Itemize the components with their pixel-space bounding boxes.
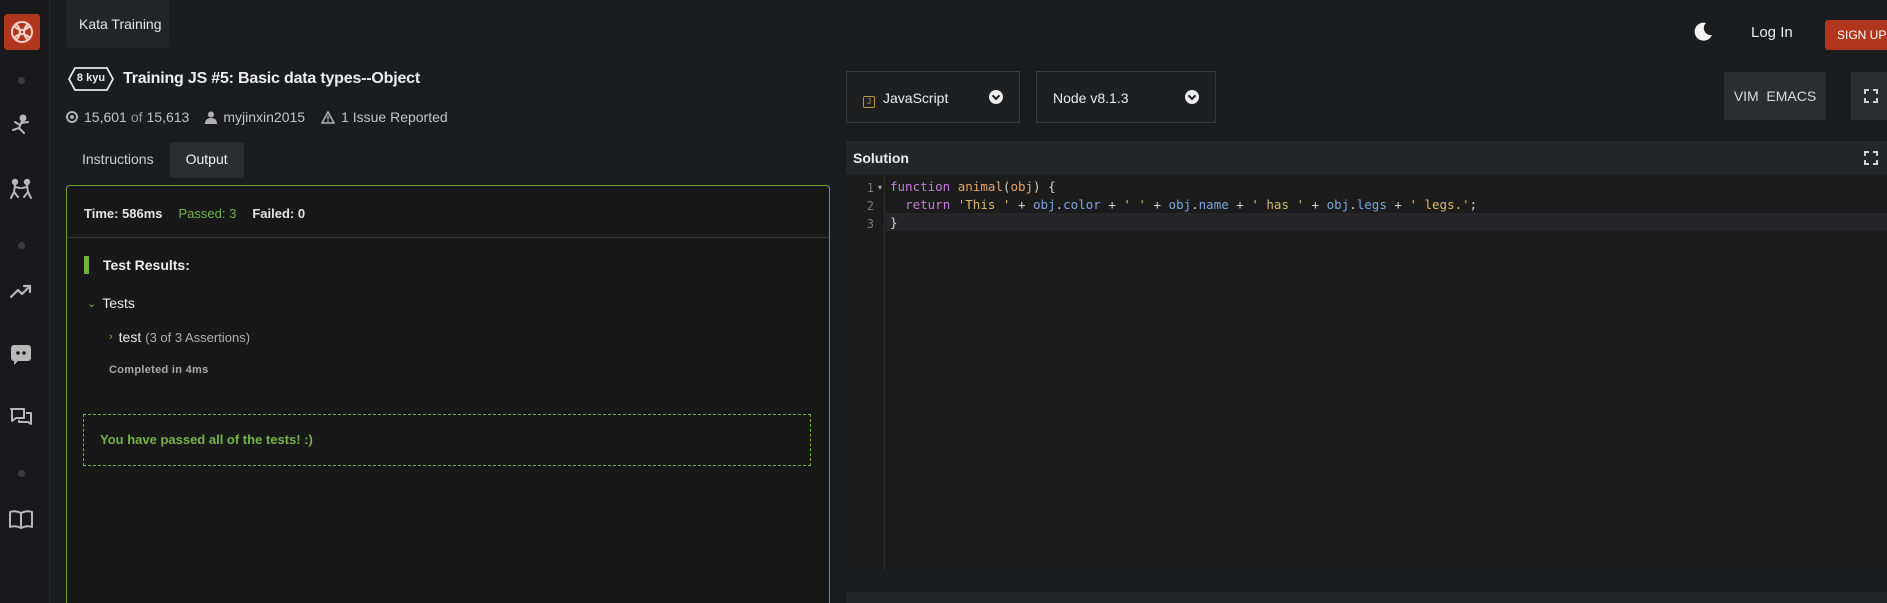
leaderboard-icon[interactable] bbox=[8, 278, 34, 304]
test-results-heading: Test Results: bbox=[84, 256, 190, 274]
solution-title: Solution bbox=[853, 150, 909, 166]
issues-stat[interactable]: 1 Issue Reported bbox=[321, 109, 448, 125]
completed-icon bbox=[66, 111, 78, 123]
sidebar bbox=[0, 0, 50, 603]
chevron-down-icon[interactable] bbox=[989, 90, 1003, 104]
kata-meta: 15,601 of 15,613 myjinxin2015 1 Issue Re… bbox=[66, 109, 464, 125]
language-select[interactable]: J JavaScript bbox=[846, 71, 1020, 123]
vim-button[interactable]: VIM bbox=[1734, 88, 1759, 104]
runtime-value[interactable]: Node v8.1.3 bbox=[1053, 90, 1129, 106]
of-label: of bbox=[130, 109, 143, 125]
language-value[interactable]: JavaScript bbox=[883, 90, 948, 106]
current-line-highlight bbox=[886, 213, 1887, 231]
failed-stat: Failed: 0 bbox=[252, 206, 306, 221]
completed-count: 15,601 bbox=[84, 109, 127, 125]
completion-stat: 15,601 of 15,613 bbox=[66, 109, 189, 125]
test-cases-header bbox=[846, 592, 1887, 603]
user-icon bbox=[205, 111, 218, 124]
line-number: 1 bbox=[866, 181, 874, 195]
fullscreen-icon bbox=[1864, 89, 1878, 103]
signup-button[interactable]: SIGN UP bbox=[1825, 20, 1887, 50]
test-name[interactable]: test bbox=[119, 329, 142, 345]
code-line-2[interactable]: return 'This ' + obj.color + ' ' + obj.n… bbox=[890, 196, 1477, 214]
javascript-icon: J bbox=[863, 96, 875, 108]
app-root: Kata Training Log In SIGN UP 8 kyu Train… bbox=[0, 0, 1887, 603]
test-assertions: (3 of 3 Assertions) bbox=[145, 329, 251, 345]
code-line-3[interactable]: } bbox=[890, 214, 898, 232]
chevron-down-icon[interactable] bbox=[1185, 90, 1199, 104]
tab-output[interactable]: Output bbox=[169, 142, 244, 178]
kata-icon[interactable] bbox=[8, 113, 34, 139]
author-name[interactable]: myjinxin2015 bbox=[223, 109, 305, 125]
emacs-button[interactable]: EMACS bbox=[1766, 88, 1816, 104]
moon-icon[interactable] bbox=[1691, 20, 1715, 44]
kata-training-tab[interactable]: Kata Training bbox=[66, 0, 169, 48]
issues-label[interactable]: 1 Issue Reported bbox=[341, 109, 448, 125]
test-item[interactable]: › test (3 of 3 Assertions) bbox=[109, 329, 250, 345]
discord-icon[interactable] bbox=[8, 341, 34, 367]
chevron-down-icon[interactable]: ⌄ bbox=[87, 297, 96, 310]
test-summary: Time: 586ms Passed: 3 Failed: 0 bbox=[67, 186, 829, 238]
line-number: 3 bbox=[866, 217, 874, 231]
training-icon[interactable] bbox=[8, 177, 34, 203]
completed-time: Completed in 4ms bbox=[109, 364, 209, 376]
fold-icon[interactable]: ▾ bbox=[878, 183, 882, 192]
rank-label: 8 kyu bbox=[76, 72, 106, 84]
author-stat[interactable]: myjinxin2015 bbox=[205, 109, 305, 125]
passed-stat: Passed: 3 bbox=[178, 206, 237, 221]
total-count: 15,613 bbox=[146, 109, 190, 125]
output-panel: Time: 586ms Passed: 3 Failed: 0 Test Res… bbox=[66, 185, 830, 603]
description-tabs: Instructions Output bbox=[66, 142, 244, 178]
rail-separator-dot bbox=[18, 77, 25, 84]
time-stat: Time: 586ms bbox=[84, 206, 163, 221]
tests-group[interactable]: ⌄ Tests bbox=[87, 295, 135, 311]
discuss-icon[interactable] bbox=[8, 405, 34, 431]
chevron-right-icon[interactable]: › bbox=[109, 331, 113, 343]
rail-separator-dot bbox=[18, 470, 25, 477]
logo-icon[interactable] bbox=[4, 14, 40, 50]
success-message: You have passed all of the tests! :) bbox=[83, 414, 811, 466]
code-editor[interactable]: 1 ▾ 2 3 function animal(obj) { return 'T… bbox=[846, 175, 1887, 570]
keybinding-modes: VIM EMACS bbox=[1724, 72, 1826, 120]
login-link[interactable]: Log In bbox=[1751, 24, 1793, 41]
tab-instructions[interactable]: Instructions bbox=[66, 142, 170, 178]
expand-icon[interactable] bbox=[1864, 151, 1878, 165]
code-line-1[interactable]: function animal(obj) { bbox=[890, 178, 1056, 196]
solution-header: Solution bbox=[846, 141, 1887, 175]
line-gutter: 1 ▾ 2 3 bbox=[846, 175, 885, 570]
docs-icon[interactable] bbox=[8, 506, 34, 532]
runtime-select[interactable]: Node v8.1.3 bbox=[1036, 71, 1216, 123]
rail-separator-dot bbox=[18, 242, 25, 249]
line-number: 2 bbox=[866, 199, 874, 213]
warning-icon bbox=[321, 110, 335, 124]
fullscreen-button[interactable] bbox=[1851, 72, 1887, 120]
rank-badge: 8 kyu bbox=[68, 67, 114, 91]
tests-group-label[interactable]: Tests bbox=[102, 295, 135, 311]
kata-title[interactable]: Training JS #5: Basic data types--Object bbox=[123, 70, 420, 88]
